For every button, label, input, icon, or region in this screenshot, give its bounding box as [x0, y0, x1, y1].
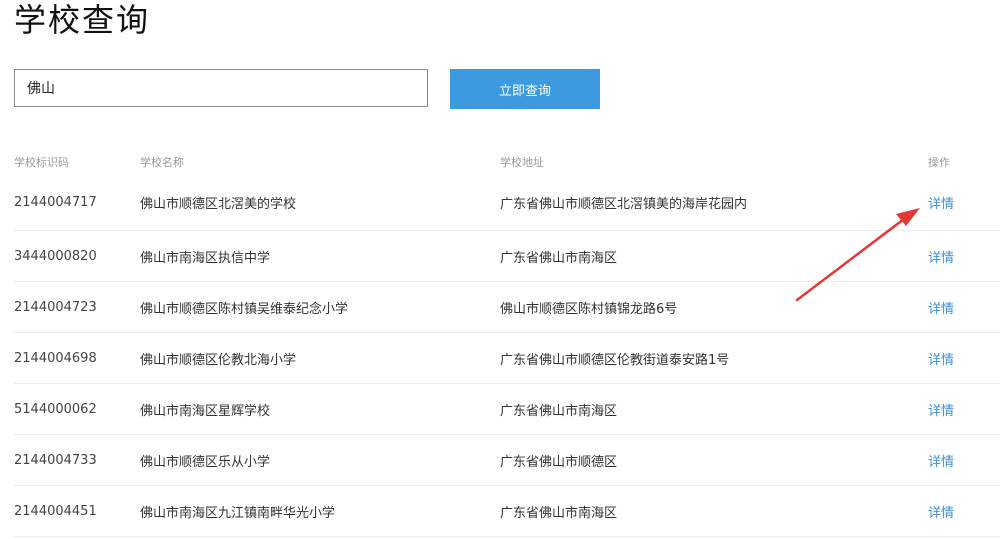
header-action: 操作	[928, 156, 950, 169]
page: 学校查询 立即查询 学校标识码 学校名称 学校地址 操作 2144004717 …	[0, 0, 1000, 539]
detail-link[interactable]: 详情	[928, 349, 954, 368]
detail-link[interactable]: 详情	[928, 298, 954, 317]
table-header: 学校标识码 学校名称 学校地址 操作	[14, 150, 1000, 174]
school-name: 佛山市南海区九江镇南畔华光小学	[140, 505, 336, 521]
school-address: 佛山市顺德区陈村镇锦龙路6号	[500, 301, 678, 317]
school-address: 广东省佛山市南海区	[500, 403, 618, 419]
detail-cell: 详情	[928, 231, 954, 281]
page-title: 学校查询	[14, 1, 151, 39]
school-address: 广东省佛山市顺德区	[500, 454, 618, 470]
detail-link[interactable]: 详情	[928, 502, 954, 521]
detail-cell: 详情	[928, 384, 954, 434]
school-name: 佛山市顺德区陈村镇吴维泰纪念小学	[140, 301, 349, 317]
school-code: 3444000820	[14, 248, 97, 264]
header-code: 学校标识码	[14, 156, 69, 169]
school-name: 佛山市顺德区北滘美的学校	[140, 196, 297, 212]
search-button[interactable]: 立即查询	[450, 69, 600, 109]
detail-link[interactable]: 详情	[928, 193, 954, 212]
school-address: 广东省佛山市南海区	[500, 250, 618, 266]
detail-cell: 详情	[928, 486, 954, 536]
school-code: 2144004717	[14, 194, 97, 210]
detail-link[interactable]: 详情	[928, 400, 954, 419]
detail-link[interactable]: 详情	[928, 247, 954, 266]
school-name: 佛山市南海区星辉学校	[140, 403, 271, 419]
table-row: 2144004451 佛山市南海区九江镇南畔华光小学 广东省佛山市南海区 详情	[14, 486, 1000, 537]
school-code: 2144004733	[14, 452, 97, 468]
detail-cell: 详情	[928, 435, 954, 485]
detail-cell: 详情	[928, 174, 954, 230]
school-address: 广东省佛山市顺德区伦教街道泰安路1号	[500, 352, 730, 368]
school-table: 学校标识码 学校名称 学校地址 操作 2144004717 佛山市顺德区北滘美的…	[14, 150, 1000, 537]
header-name: 学校名称	[140, 156, 184, 169]
table-row: 2144004723 佛山市顺德区陈村镇吴维泰纪念小学 佛山市顺德区陈村镇锦龙路…	[14, 282, 1000, 333]
table-row: 5144000062 佛山市南海区星辉学校 广东省佛山市南海区 详情	[14, 384, 1000, 435]
table-row: 2144004733 佛山市顺德区乐从小学 广东省佛山市顺德区 详情	[14, 435, 1000, 486]
school-code: 2144004451	[14, 503, 97, 519]
school-code: 2144004698	[14, 350, 97, 366]
detail-cell: 详情	[928, 333, 954, 383]
school-address: 广东省佛山市顺德区北滘镇美的海岸花园内	[500, 196, 748, 212]
table-row: 2144004698 佛山市顺德区伦教北海小学 广东省佛山市顺德区伦教街道泰安路…	[14, 333, 1000, 384]
table-row: 3444000820 佛山市南海区执信中学 广东省佛山市南海区 详情	[14, 231, 1000, 282]
table-row: 2144004717 佛山市顺德区北滘美的学校 广东省佛山市顺德区北滘镇美的海岸…	[14, 174, 1000, 231]
school-name: 佛山市顺德区伦教北海小学	[140, 352, 297, 368]
school-address: 广东省佛山市南海区	[500, 505, 618, 521]
school-code: 5144000062	[14, 401, 97, 417]
header-address: 学校地址	[500, 156, 544, 169]
detail-cell: 详情	[928, 282, 954, 332]
school-name: 佛山市南海区执信中学	[140, 250, 271, 266]
school-name: 佛山市顺德区乐从小学	[140, 454, 271, 470]
school-code: 2144004723	[14, 299, 97, 315]
detail-link[interactable]: 详情	[928, 451, 954, 470]
search-input[interactable]	[14, 69, 428, 107]
